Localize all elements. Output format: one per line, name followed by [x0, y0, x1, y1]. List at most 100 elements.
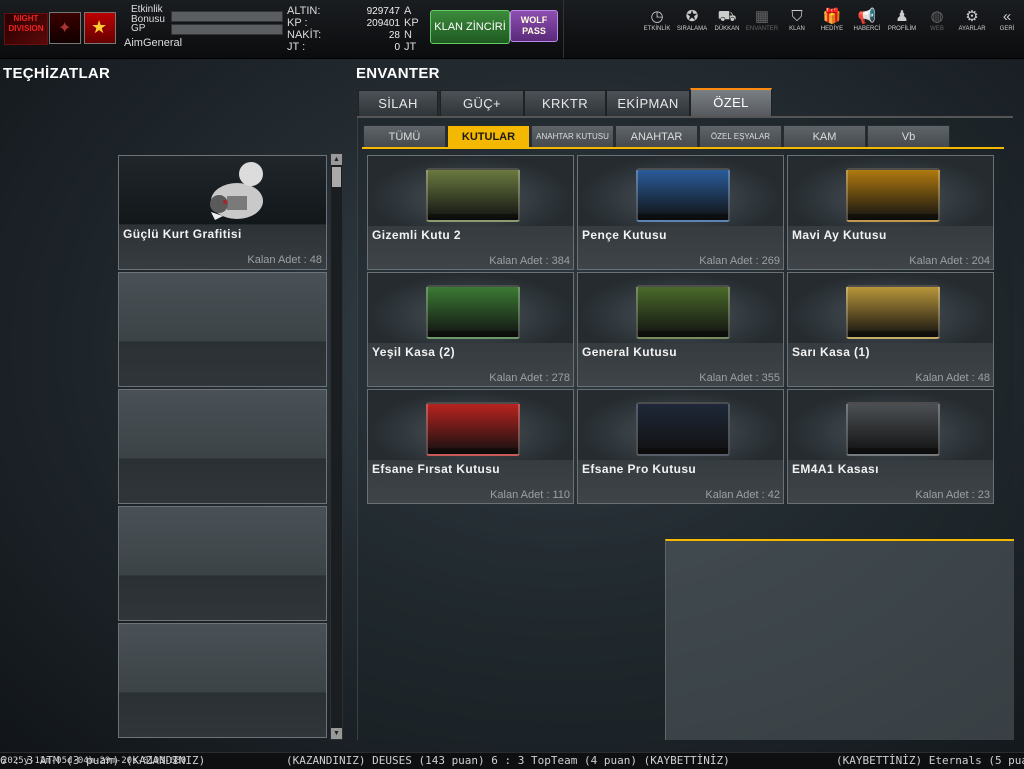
tab-4[interactable]: ÖZEL [690, 88, 772, 118]
item-name: Efsane Pro Kutusu [582, 462, 697, 476]
item-image [788, 390, 993, 460]
subtab-4[interactable]: ÖZEL EŞYALAR [699, 125, 782, 149]
nav-inventory-button[interactable]: ▦ ENVANTER [744, 8, 780, 32]
equipment-slot-empty[interactable] [118, 272, 327, 387]
nav-megaphone-button[interactable]: 📢 HABERCİ [849, 8, 885, 32]
gear-icon: ⚙ [965, 8, 979, 25]
tab-3[interactable]: EKİPMAN [606, 90, 690, 118]
timestamp: 2025y-12m-05d-04h-29m-20s-0193-680 [2, 756, 187, 766]
klan-zinciri-label: KLAN ZİNCİRİ [434, 21, 506, 33]
item-count: Kalan Adet : 23 [915, 489, 990, 501]
item-card[interactable]: Sarı Kasa (1) Kalan Adet : 48 [787, 272, 994, 387]
nav-stopwatch-button[interactable]: ◷ ETKİNLİK [639, 8, 675, 32]
item-image [578, 273, 783, 343]
stopwatch-icon: ◷ [650, 8, 664, 25]
item-image [788, 273, 993, 343]
currency-value: 28 [388, 30, 400, 41]
currency-value: 209401 [366, 18, 400, 29]
subtab-1[interactable]: KUTULAR [447, 125, 530, 149]
nav-label: DÜKKAN [714, 26, 740, 32]
subtab-6[interactable]: Vb [867, 125, 950, 149]
equipment-title: TEÇHİZATLAR [3, 65, 111, 82]
crate-icon [636, 402, 730, 456]
equipment-slot-empty[interactable] [118, 389, 327, 504]
equipment-card[interactable]: Güçlü Kurt Grafitisi Kalan Adet : 48 [118, 155, 327, 270]
nav-cart-button[interactable]: ⛟ DÜKKAN [709, 8, 745, 32]
gp-label: GP [131, 23, 146, 34]
currency-label: JT : [287, 41, 306, 53]
item-name: Sarı Kasa (1) [792, 345, 870, 359]
item-card[interactable]: Gizemli Kutu 2 Kalan Adet : 384 [367, 155, 574, 270]
top-bar: NIGHT DIVISION Etkinlik Bonusu GP AimGen… [0, 0, 1024, 59]
wolf-pass-button[interactable]: WOLF PASS [510, 10, 558, 42]
subtab-0[interactable]: TÜMÜ [363, 125, 446, 149]
nav-gear-button[interactable]: ⚙ AYARLAR [954, 8, 990, 32]
nav-gift-button[interactable]: 🎁 HEDİYE [814, 8, 850, 32]
item-card[interactable]: Efsane Fırsat Kutusu Kalan Adet : 110 [367, 389, 574, 504]
currency-value: 929747 [366, 6, 400, 17]
item-card[interactable]: General Kutusu Kalan Adet : 355 [577, 272, 784, 387]
subtab-2[interactable]: ANAHTAR KUTUSU [531, 125, 614, 149]
item-image [578, 156, 783, 226]
currency-label: KP : [287, 17, 308, 29]
wolf-graffiti-icon [210, 162, 263, 220]
item-card[interactable]: Pençe Kutusu Kalan Adet : 269 [577, 155, 784, 270]
nav-shield-button[interactable]: ⛉ KLAN [779, 8, 815, 32]
scroll-down-icon[interactable]: ▼ [331, 728, 342, 739]
item-name: Gizemli Kutu 2 [372, 228, 461, 242]
nav-profile-button[interactable]: ♟ PROFİLİM [884, 8, 920, 32]
nav-back-button[interactable]: «GERİ [989, 8, 1024, 32]
tab-2[interactable]: KRKTR [524, 90, 606, 118]
item-name: EM4A1 Kasası [792, 462, 879, 476]
subtab-5[interactable]: KAM [783, 125, 866, 149]
equipment-slot-empty[interactable] [118, 623, 327, 738]
scroll-up-icon[interactable]: ▲ [331, 154, 342, 165]
crate-icon [846, 285, 940, 339]
clan-logo: NIGHT DIVISION [4, 13, 48, 45]
nav-label: AYARLAR [958, 26, 986, 32]
item-count: Kalan Adet : 384 [489, 255, 570, 267]
nav-medal-button[interactable]: ✪ SIRALAMA [674, 8, 710, 32]
item-count: Kalan Adet : 355 [699, 372, 780, 384]
item-card[interactable]: Yeşil Kasa (2) Kalan Adet : 278 [367, 272, 574, 387]
wolf-pass-line1: WOLF [520, 15, 548, 25]
equipment-slot-empty[interactable] [118, 506, 327, 621]
currency-unit: JT [404, 41, 417, 53]
inventory-icon: ▦ [754, 8, 770, 25]
tab-0[interactable]: SİLAH [358, 90, 438, 118]
subtab-3[interactable]: ANAHTAR [615, 125, 698, 149]
item-card[interactable]: Efsane Pro Kutusu Kalan Adet : 42 [577, 389, 784, 504]
rank-star-icon [84, 12, 116, 44]
item-card[interactable]: Mavi Ay Kutusu Kalan Adet : 204 [787, 155, 994, 270]
back-icon: « [1002, 8, 1012, 25]
event-bonus-label: Etkinlik Bonusu [131, 4, 165, 25]
nav-label: PROFİLİM [887, 26, 917, 32]
nav-label: GERİ [999, 26, 1015, 32]
currency-unit: N [404, 29, 412, 41]
equipment-scrollbar[interactable]: ▲ ▼ [330, 153, 343, 740]
crate-icon [846, 402, 940, 456]
gift-icon: 🎁 [822, 8, 842, 25]
crate-icon [846, 168, 940, 222]
item-count: Kalan Adet : 269 [699, 255, 780, 267]
nav-label: HEDİYE [820, 26, 844, 32]
tab-1[interactable]: GÜÇ+ [440, 90, 524, 118]
currency-label: ALTIN: [287, 5, 321, 17]
crate-icon [636, 285, 730, 339]
item-count: Kalan Adet : 204 [909, 255, 990, 267]
cart-icon: ⛟ [717, 8, 737, 25]
player-name: AimGeneral [124, 37, 183, 49]
crate-icon [426, 402, 520, 456]
nav-label: SIRALAMA [676, 26, 708, 32]
scroll-thumb[interactable] [332, 167, 341, 187]
item-card[interactable]: EM4A1 Kasası Kalan Adet : 23 [787, 389, 994, 504]
currency-label: NAKİT: [287, 29, 322, 41]
nav-label: KLAN [789, 26, 805, 32]
klan-zinciri-button[interactable]: KLAN ZİNCİRİ [430, 10, 510, 44]
item-count: Kalan Adet : 278 [489, 372, 570, 384]
item-name: Mavi Ay Kutusu [792, 228, 887, 242]
nav-globe-button[interactable]: ◍ WEB [919, 8, 955, 32]
item-image [368, 156, 573, 226]
nav-label: HABERCİ [853, 26, 881, 32]
clan-logo-text: NIGHT DIVISION [8, 14, 44, 33]
